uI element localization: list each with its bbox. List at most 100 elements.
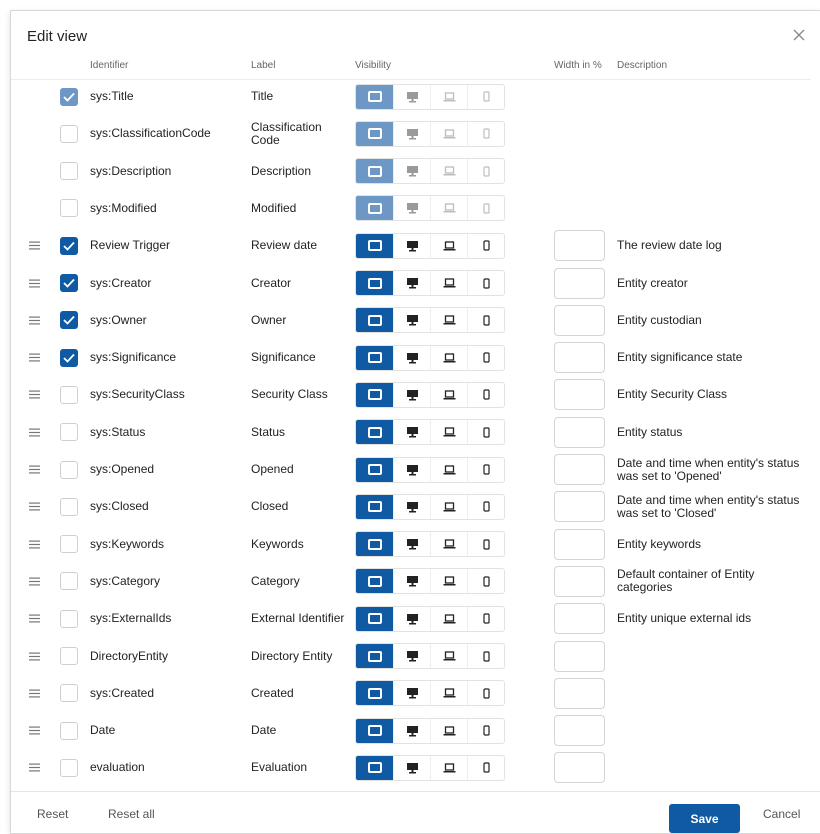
row-checkbox[interactable]	[60, 647, 78, 665]
visibility-window-button[interactable]	[356, 494, 393, 519]
width-percent-input[interactable]	[554, 565, 605, 597]
width-percent-input[interactable]	[554, 640, 605, 672]
visibility-phone-button[interactable]	[467, 494, 504, 519]
save-button[interactable]: Save	[669, 804, 740, 833]
row-checkbox[interactable]	[60, 236, 78, 255]
visibility-window-button[interactable]	[356, 84, 393, 109]
visibility-desktop-button[interactable]	[393, 532, 430, 557]
drag-handle-icon[interactable]	[29, 526, 41, 563]
row-checkbox[interactable]	[60, 758, 78, 777]
drag-handle-icon[interactable]	[29, 638, 41, 675]
visibility-phone-button[interactable]	[467, 196, 504, 221]
visibility-laptop-button[interactable]	[430, 84, 467, 109]
row-checkbox[interactable]	[60, 572, 78, 591]
visibility-desktop-button[interactable]	[393, 382, 430, 407]
visibility-desktop-button[interactable]	[393, 420, 430, 445]
visibility-laptop-button[interactable]	[430, 755, 467, 780]
visibility-phone-button[interactable]	[467, 121, 504, 146]
visibility-window-button[interactable]	[356, 382, 393, 407]
visibility-desktop-button[interactable]	[393, 457, 430, 482]
width-percent-input[interactable]	[554, 715, 605, 747]
visibility-phone-button[interactable]	[467, 457, 504, 482]
visibility-phone-button[interactable]	[467, 159, 504, 184]
visibility-window-button[interactable]	[356, 308, 393, 333]
visibility-phone-button[interactable]	[467, 569, 504, 594]
visibility-desktop-button[interactable]	[393, 606, 430, 631]
row-checkbox[interactable]	[60, 385, 78, 404]
visibility-desktop-button[interactable]	[393, 233, 430, 258]
visibility-desktop-button[interactable]	[393, 196, 430, 221]
cancel-button[interactable]: Cancel	[763, 792, 800, 833]
visibility-window-button[interactable]	[356, 271, 393, 295]
visibility-desktop-button[interactable]	[393, 718, 430, 743]
close-icon[interactable]	[792, 28, 806, 42]
visibility-phone-button[interactable]	[467, 233, 504, 258]
row-checkbox[interactable]	[60, 460, 78, 479]
drag-handle-icon[interactable]	[29, 451, 41, 488]
visibility-phone-button[interactable]	[467, 681, 504, 706]
visibility-laptop-button[interactable]	[430, 606, 467, 631]
row-checkbox[interactable]	[60, 274, 78, 292]
drag-handle-icon[interactable]	[29, 414, 41, 451]
visibility-window-button[interactable]	[356, 121, 393, 146]
visibility-window-button[interactable]	[356, 606, 393, 631]
row-checkbox[interactable]	[60, 199, 78, 218]
row-checkbox[interactable]	[60, 348, 78, 367]
row-checkbox[interactable]	[60, 684, 78, 703]
visibility-desktop-button[interactable]	[393, 569, 430, 594]
visibility-laptop-button[interactable]	[430, 196, 467, 221]
visibility-window-button[interactable]	[356, 196, 393, 221]
visibility-laptop-button[interactable]	[430, 718, 467, 743]
reset-button[interactable]: Reset	[37, 792, 68, 833]
width-percent-input[interactable]	[554, 230, 605, 262]
width-percent-input[interactable]	[554, 528, 605, 560]
visibility-laptop-button[interactable]	[430, 569, 467, 594]
visibility-laptop-button[interactable]	[430, 420, 467, 445]
row-checkbox[interactable]	[60, 423, 78, 442]
row-checkbox[interactable]	[60, 721, 78, 740]
width-percent-input[interactable]	[554, 267, 605, 299]
visibility-laptop-button[interactable]	[430, 308, 467, 333]
visibility-phone-button[interactable]	[467, 644, 504, 668]
visibility-window-button[interactable]	[356, 345, 393, 370]
width-percent-input[interactable]	[554, 454, 605, 485]
visibility-laptop-button[interactable]	[430, 345, 467, 370]
drag-handle-icon[interactable]	[29, 563, 41, 600]
visibility-phone-button[interactable]	[467, 308, 504, 333]
visibility-desktop-button[interactable]	[393, 84, 430, 109]
drag-handle-icon[interactable]	[29, 787, 41, 790]
visibility-laptop-button[interactable]	[430, 681, 467, 706]
drag-handle-icon[interactable]	[29, 376, 41, 413]
visibility-phone-button[interactable]	[467, 755, 504, 780]
row-checkbox[interactable]	[60, 162, 78, 181]
visibility-window-button[interactable]	[356, 532, 393, 557]
reset-all-button[interactable]: Reset all	[108, 792, 155, 833]
drag-handle-icon[interactable]	[29, 675, 41, 712]
visibility-window-button[interactable]	[356, 718, 393, 743]
visibility-laptop-button[interactable]	[430, 382, 467, 407]
visibility-desktop-button[interactable]	[393, 755, 430, 780]
visibility-phone-button[interactable]	[467, 532, 504, 557]
width-percent-input[interactable]	[554, 491, 605, 523]
visibility-phone-button[interactable]	[467, 345, 504, 370]
width-percent-input[interactable]	[554, 677, 605, 709]
visibility-desktop-button[interactable]	[393, 308, 430, 333]
visibility-laptop-button[interactable]	[430, 159, 467, 184]
width-percent-input[interactable]	[554, 416, 605, 448]
visibility-phone-button[interactable]	[467, 606, 504, 631]
visibility-window-button[interactable]	[356, 159, 393, 184]
width-percent-input[interactable]	[554, 304, 605, 336]
visibility-phone-button[interactable]	[467, 718, 504, 743]
drag-handle-icon[interactable]	[29, 227, 41, 264]
drag-handle-icon[interactable]	[29, 265, 41, 302]
visibility-laptop-button[interactable]	[430, 121, 467, 146]
drag-handle-icon[interactable]	[29, 600, 41, 637]
visibility-desktop-button[interactable]	[393, 681, 430, 706]
visibility-laptop-button[interactable]	[430, 532, 467, 557]
visibility-window-button[interactable]	[356, 233, 393, 258]
width-percent-input[interactable]	[554, 752, 605, 784]
visibility-phone-button[interactable]	[467, 271, 504, 295]
visibility-desktop-button[interactable]	[393, 121, 430, 146]
drag-handle-icon[interactable]	[29, 488, 41, 525]
width-percent-input[interactable]	[554, 379, 605, 411]
